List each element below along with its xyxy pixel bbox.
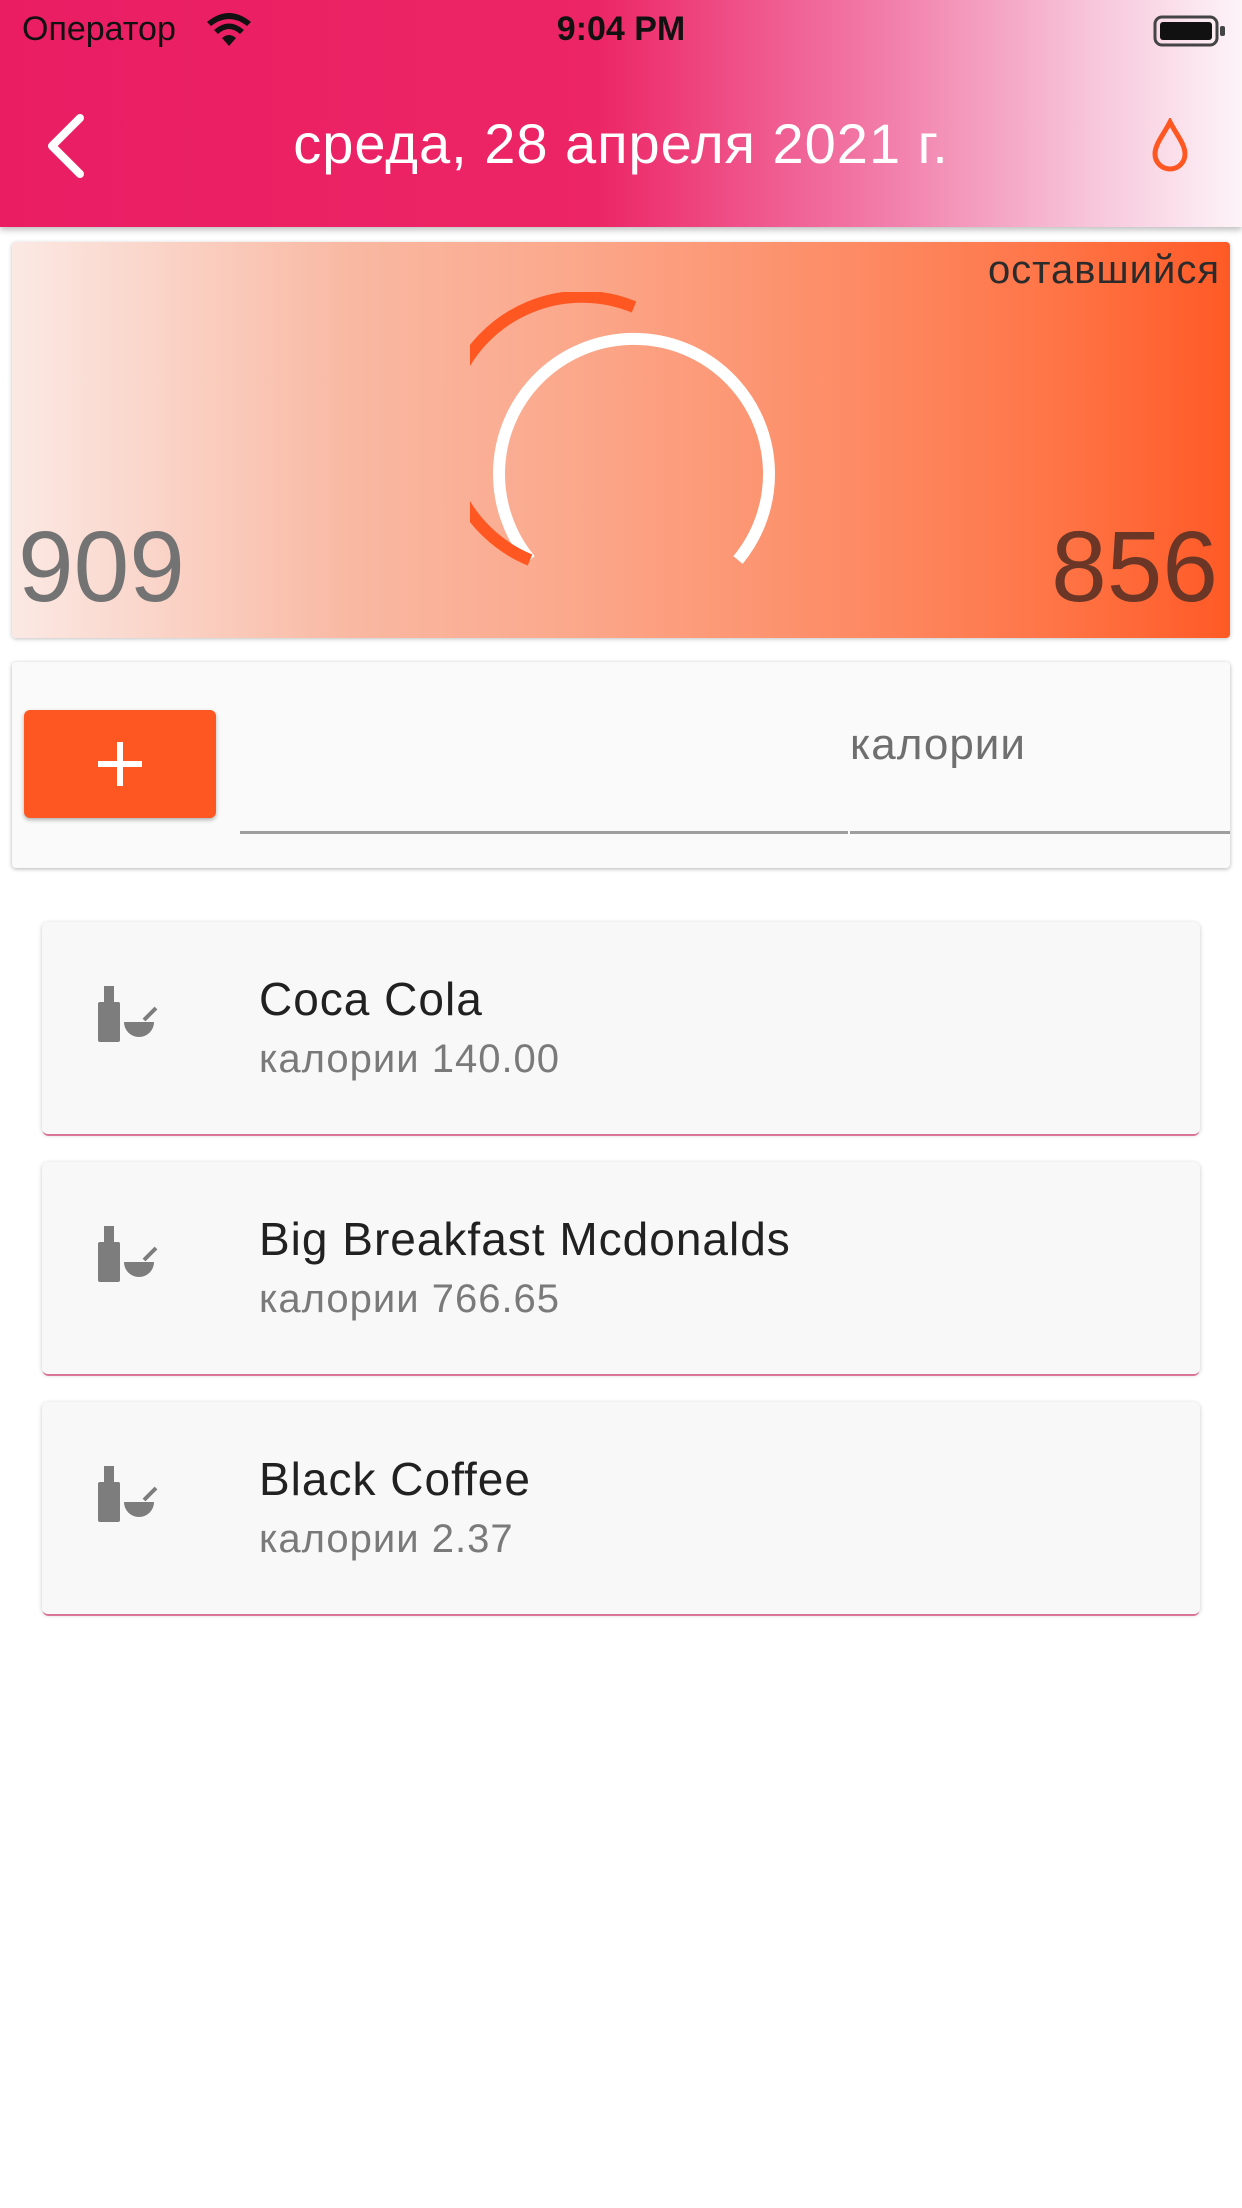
food-list-item[interactable]: Black Coffee калории 2.37 <box>42 1402 1200 1614</box>
calorie-summary-card: оставшийся 909 856 <box>12 242 1230 638</box>
status-time: 9:04 PM <box>556 10 686 48</box>
food-name: Black Coffee <box>259 1453 531 1505</box>
status-bar: Оператор 9:04 PM <box>0 0 1242 62</box>
add-food-button[interactable] <box>24 710 216 818</box>
food-calories: калории 766.65 <box>259 1277 561 1321</box>
plus-icon <box>98 742 142 786</box>
food-name: Big Breakfast Mcdonalds <box>259 1213 791 1265</box>
water-drop-icon[interactable] <box>1150 118 1190 174</box>
remaining-label: оставшийся <box>987 248 1220 292</box>
food-name-input[interactable] <box>240 722 848 834</box>
remaining-calories: 856 <box>1051 511 1218 623</box>
food-calories: калории 2.37 <box>259 1517 514 1561</box>
food-name: Coca Cola <box>259 973 483 1025</box>
add-food-card: калории <box>12 662 1230 868</box>
food-drink-icon <box>98 1466 158 1522</box>
food-list-item[interactable]: Big Breakfast Mcdonalds калории 766.65 <box>42 1162 1200 1374</box>
food-calories: калории 140.00 <box>259 1037 561 1081</box>
food-drink-icon <box>98 986 158 1042</box>
calories-input-label: калории <box>850 720 1026 769</box>
page-title: среда, 28 апреля 2021 г. <box>293 112 949 175</box>
calorie-gauge <box>470 292 775 566</box>
app-header: Оператор 9:04 PM среда, 28 апреля 2021 г… <box>0 0 1242 227</box>
back-chevron-icon[interactable] <box>40 110 96 182</box>
battery-icon <box>1153 15 1225 47</box>
food-drink-icon <box>98 1226 158 1282</box>
consumed-calories: 909 <box>18 511 185 623</box>
food-list-item[interactable]: Coca Cola калории 140.00 <box>42 922 1200 1134</box>
